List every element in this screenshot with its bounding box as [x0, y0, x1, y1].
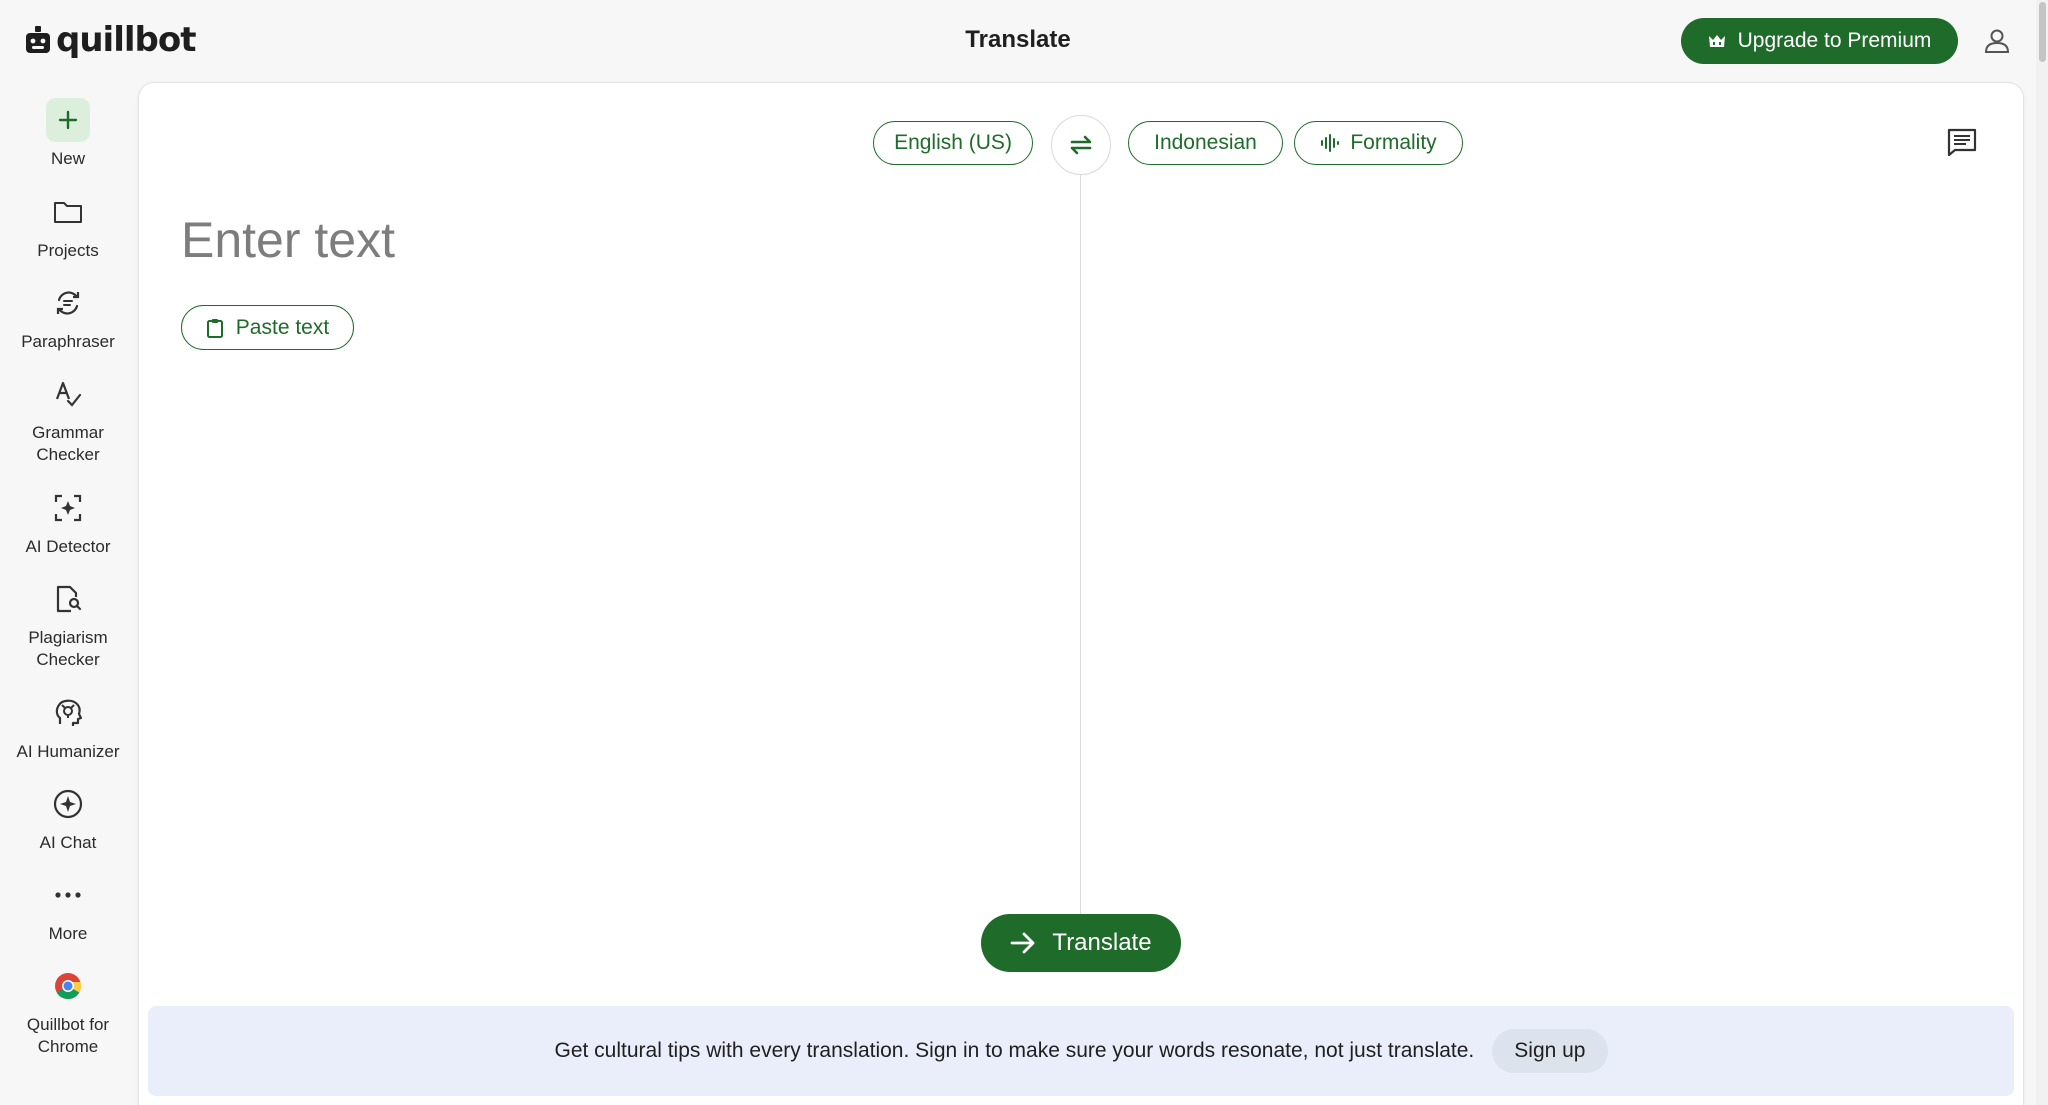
upgrade-premium-button[interactable]: Upgrade to Premium: [1681, 18, 1958, 64]
formality-waveform-icon: [1321, 134, 1340, 152]
banner-text: Get cultural tips with every translation…: [554, 1039, 1475, 1062]
swap-languages-button[interactable]: [1051, 115, 1111, 175]
upgrade-premium-label: Upgrade to Premium: [1737, 29, 1932, 52]
sidebar-item-paraphraser[interactable]: Paraphraser: [0, 281, 136, 353]
ai-detector-icon: [46, 486, 90, 530]
arrow-right-icon: [1011, 932, 1035, 954]
sidebar-item-label: Plagiarism Checker: [28, 628, 108, 669]
target-language-selector[interactable]: Indonesian: [1128, 121, 1283, 165]
more-icon: [46, 873, 90, 917]
source-text-input[interactable]: [181, 205, 1041, 275]
sidebar-item-ai-humanizer[interactable]: AI Humanizer: [0, 691, 136, 763]
page-scrollbar[interactable]: [2036, 0, 2048, 1105]
translate-button[interactable]: Translate: [981, 914, 1181, 972]
ai-chat-icon: [46, 782, 90, 826]
signin-banner: Get cultural tips with every translation…: [148, 1006, 2014, 1096]
source-language-label: English (US): [894, 131, 1012, 154]
paste-text-button[interactable]: Paste text: [181, 305, 354, 350]
source-language-selector[interactable]: English (US): [873, 121, 1033, 165]
sidebar-item-label: AI Humanizer: [16, 742, 120, 761]
sidebar-item-grammar-checker[interactable]: Grammar Checker: [0, 372, 136, 466]
sign-up-button[interactable]: Sign up: [1492, 1029, 1608, 1073]
top-bar: quillbot Translate Upgrade to Premium: [0, 0, 2048, 82]
sidebar-item-label: AI Chat: [39, 833, 97, 852]
panel-divider: [1080, 175, 1081, 915]
humanizer-icon: [46, 691, 90, 735]
feedback-comment-icon[interactable]: [1946, 126, 1978, 158]
folder-icon: [46, 190, 90, 234]
paste-text-label: Paste text: [235, 315, 330, 339]
sidebar-item-more[interactable]: More: [0, 873, 136, 945]
sidebar-item-label: Paraphraser: [21, 332, 115, 351]
swap-arrows-icon: [1070, 135, 1092, 155]
user-account-icon[interactable]: [1982, 26, 2012, 56]
formality-label: Formality: [1350, 131, 1437, 154]
sidebar-item-label: AI Detector: [25, 537, 111, 556]
sidebar-item-new[interactable]: New: [0, 98, 136, 170]
plus-icon: [46, 98, 90, 142]
crown-icon: [1708, 35, 1725, 47]
sidebar-item-quillbot-chrome[interactable]: Quillbot for Chrome: [0, 964, 136, 1058]
scrollbar-thumb[interactable]: [2039, 2, 2046, 62]
sidebar-item-label: Projects: [37, 241, 99, 260]
chrome-icon: [46, 964, 90, 1008]
sidebar-item-ai-chat[interactable]: AI Chat: [0, 782, 136, 854]
grammar-icon: [46, 372, 90, 416]
translate-label: Translate: [1052, 929, 1152, 956]
sidebar-item-label: New: [50, 149, 85, 168]
sidebar-item-plagiarism-checker[interactable]: Plagiarism Checker: [0, 577, 136, 671]
sidebar-item-label: More: [48, 924, 88, 943]
clipboard-icon: [206, 318, 223, 338]
formality-selector[interactable]: Formality: [1294, 121, 1463, 165]
sidebar-item-label: Quillbot for Chrome: [26, 1015, 110, 1056]
sidebar-item-label: Grammar Checker: [32, 423, 104, 464]
paraphraser-icon: [46, 281, 90, 325]
sidebar-item-ai-detector[interactable]: AI Detector: [0, 486, 136, 558]
target-language-label: Indonesian: [1154, 131, 1257, 154]
plagiarism-icon: [46, 577, 90, 621]
sidebar-item-projects[interactable]: Projects: [0, 190, 136, 262]
